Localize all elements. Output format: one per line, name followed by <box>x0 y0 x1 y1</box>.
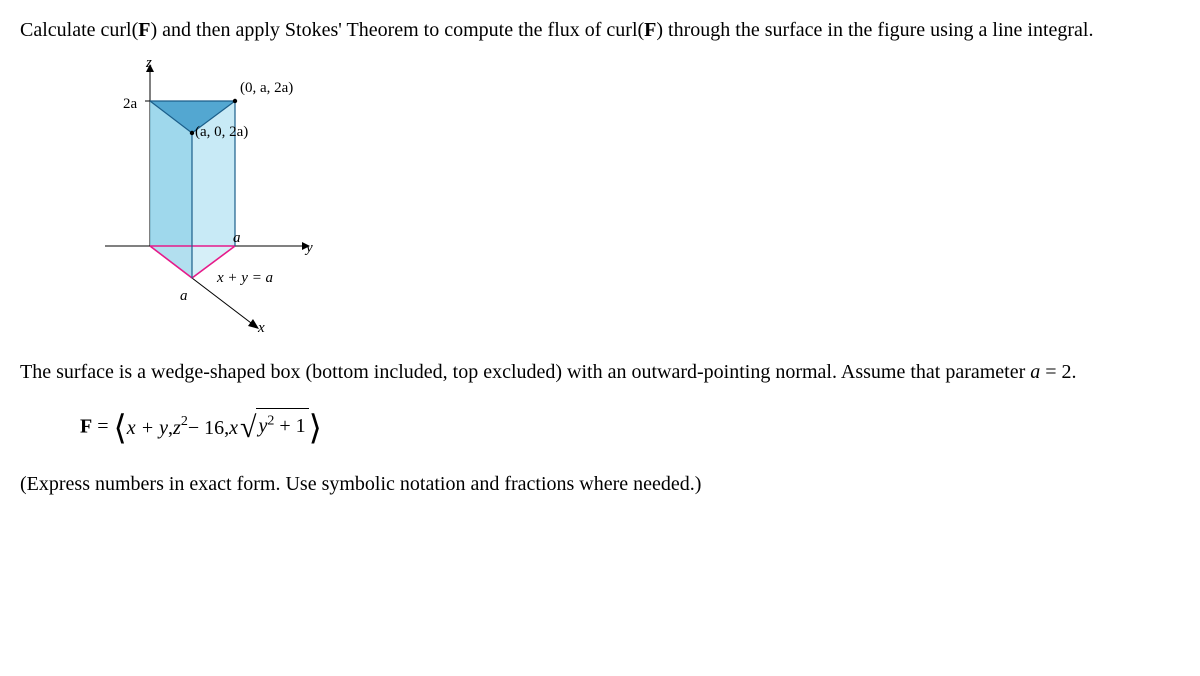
intro-part1: Calculate curl( <box>20 19 138 41</box>
answer-instruction: (Express numbers in exact form. Use symb… <box>20 468 1180 500</box>
a-on-y-label: a <box>233 226 241 250</box>
z-axis-label: z <box>146 51 152 75</box>
surface-description: The surface is a wedge-shaped box (botto… <box>20 356 1180 388</box>
twoA-label: 2a <box>123 92 137 116</box>
comp2-sq: 2 <box>181 415 188 429</box>
point-a02a: (a, 0, 2a) <box>195 120 248 144</box>
point-0a2a: (0, a, 2a) <box>240 76 293 100</box>
surface-desc-1: The surface is a wedge-shaped box (botto… <box>20 361 1030 383</box>
vec-F: F <box>138 19 150 41</box>
vecF-lhs: F <box>80 416 92 438</box>
vector-field-equation: F = ⟨x + y, z2 − 16, x√y2 + 1⟩ <box>80 404 1180 452</box>
sqrt-p1: + 1 <box>274 415 305 437</box>
y-axis-label: y <box>306 236 313 260</box>
a-on-x-label: a <box>180 284 188 308</box>
rparen-icon: ⟩ <box>309 415 322 442</box>
sqrt-icon: √ <box>240 411 256 444</box>
figure-wedge-box: z 2a (0, a, 2a) (a, 0, 2a) y a x a x + y… <box>80 56 340 346</box>
instruction-text: (Express numbers in exact form. Use symb… <box>20 473 701 495</box>
comp2-z: z <box>173 418 181 438</box>
comp2-m16: − 16, <box>188 418 229 438</box>
param-a: a <box>1030 361 1040 383</box>
problem-statement: Calculate curl(F) and then apply Stokes'… <box>20 14 1180 46</box>
surface-desc-2: = 2. <box>1040 361 1076 383</box>
vec-F-2: F <box>644 19 656 41</box>
comp3-x: x <box>229 418 238 438</box>
line-xy-label: x + y = a <box>217 266 273 290</box>
x-axis-label: x <box>258 316 265 340</box>
eq-sign: = <box>92 416 113 438</box>
comp1-xpy: x + y <box>127 418 168 438</box>
intro-part3: ) through the surface in the figure usin… <box>656 19 1093 41</box>
sqrt-wrap: √y2 + 1 <box>240 404 309 452</box>
intro-part2: ) and then apply Stokes' Theorem to comp… <box>151 19 645 41</box>
sqrt-y: y <box>258 415 267 437</box>
lparen-icon: ⟨ <box>114 415 127 442</box>
